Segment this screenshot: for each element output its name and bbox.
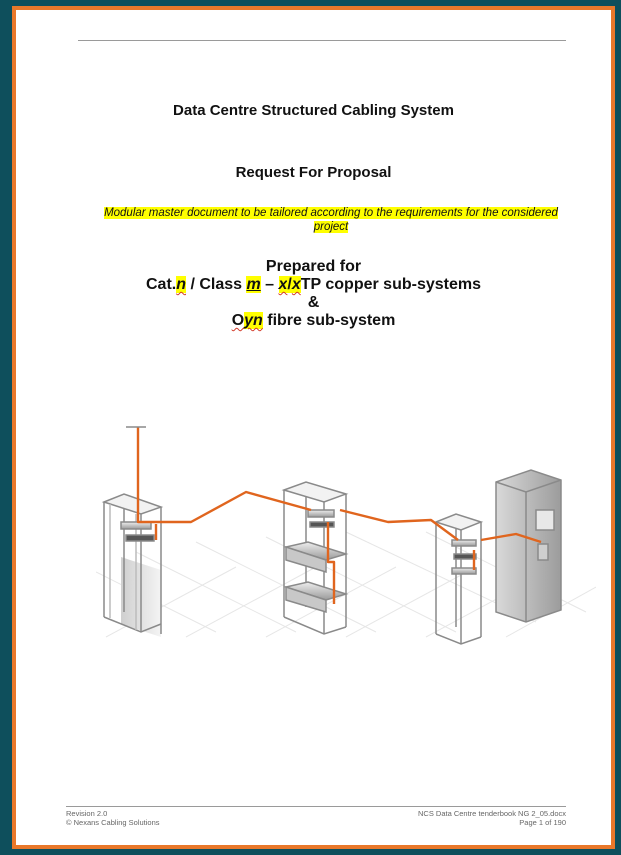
- copper-m-placeholder: m: [246, 276, 261, 293]
- prepared-for-block: Prepared for Cat.n / Class m – x/xTP cop…: [16, 258, 611, 330]
- copper-prefix: Cat.: [145, 276, 177, 293]
- tailoring-note-text: Modular master document to be tailored a…: [104, 207, 558, 233]
- server-racks-cabling-illustration: [96, 426, 596, 645]
- document-subtitle: Request For Proposal: [235, 164, 392, 181]
- header-rule: [78, 40, 566, 41]
- copper-n-placeholder: n: [176, 276, 186, 293]
- fibre-line: Oyn fibre sub-system: [16, 312, 611, 330]
- copyright-label: © Nexans Cabling Solutions: [66, 818, 160, 827]
- prepared-for-label: Prepared for: [265, 258, 362, 275]
- document-page: Data Centre Structured Cabling System Re…: [16, 10, 611, 845]
- tailoring-note: Modular master document to be tailored a…: [96, 206, 566, 234]
- footer-rule: [66, 806, 566, 807]
- fibre-yn-placeholder: yn: [244, 312, 263, 329]
- fibre-prefix: O: [231, 312, 245, 329]
- copper-line: Cat.n / Class m – x/xTP copper sub-syste…: [16, 276, 611, 294]
- document-title: Data Centre Structured Cabling System: [173, 102, 454, 119]
- server-cabinet-closed: [495, 469, 562, 623]
- footer-left: Revision 2.0 © Nexans Cabling Solutions: [66, 809, 160, 827]
- ampersand: &: [307, 294, 320, 311]
- copper-suffix: TP copper sub-systems: [300, 276, 481, 293]
- page-number-label: Page 1 of 190: [519, 818, 566, 827]
- copper-x2-placeholder: x: [291, 276, 301, 293]
- fibre-suffix: fibre sub-system: [262, 312, 396, 329]
- revision-label: Revision 2.0: [66, 809, 108, 818]
- server-rack-right-open: [433, 513, 484, 645]
- server-rack-left: [101, 493, 164, 637]
- copper-mid: / Class: [186, 276, 247, 293]
- filename-label: NCS Data Centre tenderbook NG 2_05.docx: [418, 809, 566, 818]
- footer-right: NCS Data Centre tenderbook NG 2_05.docx …: [418, 809, 566, 827]
- copper-dash: –: [260, 276, 279, 293]
